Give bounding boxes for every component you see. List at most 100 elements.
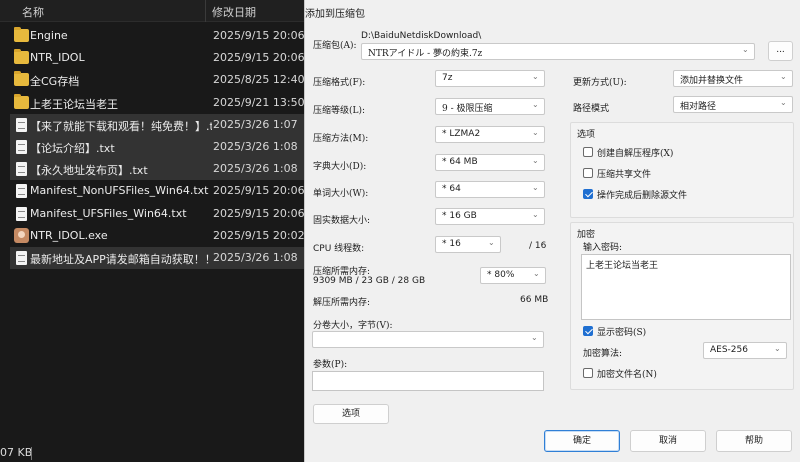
column-date-header[interactable]: 修改日期: [212, 4, 256, 20]
solid-block-select[interactable]: * 16 GB ⌄: [435, 208, 545, 225]
folder-icon: [14, 94, 29, 109]
chevron-down-icon: ⌄: [532, 183, 539, 192]
chevron-down-icon: ⌄: [742, 45, 749, 54]
text-file-icon: [16, 207, 27, 221]
password-value: 上老王论坛当老王: [586, 261, 659, 271]
password-label: 输入密码:: [583, 243, 623, 253]
file-row[interactable]: 上老王论坛当老王 2025/9/21 13:50: [10, 92, 305, 114]
text-file-icon: [16, 140, 27, 154]
path-mode-select[interactable]: 相对路径 ⌄: [673, 96, 793, 113]
column-header: 名称 修改日期: [0, 0, 304, 22]
status-divider: [31, 447, 32, 460]
encryption-group: 加密 输入密码: 上老王论坛当老王 显示密码(S) 加密算法: AES-256 …: [570, 222, 794, 390]
browse-button[interactable]: ...: [768, 41, 793, 61]
file-row[interactable]: 【来了就能下载和观看！纯免费！】.txt 2025/3/26 1:07: [10, 114, 304, 136]
file-name: Manifest_UFSFiles_Win64.txt: [30, 207, 187, 220]
archive-name-combo[interactable]: NTRアイドル - 夢の約束.7z ⌄: [361, 43, 755, 60]
chevron-down-icon: ⌄: [532, 128, 539, 137]
file-name: 上老王论坛当老王: [30, 98, 118, 111]
file-explorer-pane: 名称 修改日期 Engine 2025/9/15 20:06 NTR_IDOL 202…: [0, 0, 305, 462]
threads-value: * 16: [442, 239, 461, 249]
threads-select[interactable]: * 16 ⌄: [435, 236, 501, 253]
column-name-header[interactable]: 名称: [22, 4, 44, 20]
method-select[interactable]: * LZMA2 ⌄: [435, 126, 545, 143]
password-input[interactable]: 上老王论坛当老王: [581, 254, 791, 320]
shared-files-label: 压缩共享文件: [597, 170, 652, 180]
solid-block-value: * 16 GB: [442, 211, 477, 221]
file-row[interactable]: 全CG存档 2025/8/25 12:40: [10, 69, 305, 91]
file-name: 全CG存档: [30, 75, 80, 88]
column-divider[interactable]: [205, 0, 206, 22]
level-value: 9 - 极限压缩: [442, 104, 493, 114]
chevron-down-icon: ⌄: [531, 333, 538, 342]
memory-usage-select[interactable]: * 80% ⌄: [480, 267, 546, 284]
add-to-archive-dialog: 添加到压缩包 压缩包(A): D:\BaiduNetdiskDownload\ …: [304, 0, 800, 462]
selection-size: 07 KB: [0, 446, 33, 459]
text-file-icon: [16, 118, 27, 132]
level-select[interactable]: 9 - 极限压缩 ⌄: [435, 98, 545, 115]
file-name: 【论坛介绍】.txt: [30, 142, 115, 155]
options-group-title: 选项: [577, 130, 596, 140]
method-label: 压缩方法(M):: [313, 134, 369, 144]
cancel-button[interactable]: 取消: [630, 430, 706, 452]
file-row[interactable]: Manifest_NonUFSFiles_Win64.txt 2025/9/15 …: [10, 180, 305, 202]
dictionary-select[interactable]: * 64 MB ⌄: [435, 154, 545, 171]
file-row[interactable]: 【论坛介绍】.txt 2025/3/26 1:08: [10, 136, 304, 158]
encryption-method-label: 加密算法:: [583, 349, 623, 359]
chevron-down-icon: ⌄: [532, 156, 539, 165]
method-value: * LZMA2: [442, 129, 481, 139]
sfx-checkbox[interactable]: [583, 147, 593, 157]
dictionary-value: * 64 MB: [442, 157, 478, 167]
options-button[interactable]: 选项: [313, 404, 389, 424]
file-row[interactable]: Engine 2025/9/15 20:06: [10, 25, 305, 47]
chevron-down-icon: ⌄: [774, 344, 781, 353]
encrypt-names-checkbox[interactable]: [583, 368, 593, 378]
text-file-icon: [16, 162, 27, 176]
file-row[interactable]: Manifest_UFSFiles_Win64.txt 2025/9/15 20:…: [10, 203, 305, 225]
delete-after-checkbox[interactable]: [583, 189, 593, 199]
file-name: Engine: [30, 29, 68, 42]
chevron-down-icon: ⌄: [532, 72, 539, 81]
file-name: 【永久地址发布页】.txt: [30, 164, 148, 177]
file-date: 2025/9/15 20:02: [213, 229, 305, 242]
file-date: 2025/3/26 1:08: [213, 251, 298, 264]
parameters-input[interactable]: [312, 371, 544, 391]
file-name: 最新地址及APP请发邮箱自动获取！！！...: [30, 253, 212, 266]
shared-files-checkbox[interactable]: [583, 168, 593, 178]
path-mode-value: 相对路径: [680, 102, 717, 112]
dictionary-label: 字典大小(D):: [313, 162, 367, 172]
word-size-select[interactable]: * 64 ⌄: [435, 181, 545, 198]
chevron-down-icon: ⌄: [532, 210, 539, 219]
ok-button[interactable]: 确定: [544, 430, 620, 452]
word-size-value: * 64: [442, 184, 461, 194]
file-row[interactable]: 最新地址及APP请发邮箱自动获取！！！...2025/3/26 1:08: [10, 247, 304, 269]
file-date: 2025/3/26 1:07: [213, 118, 298, 131]
file-name: NTR_IDOL: [30, 51, 85, 64]
file-row[interactable]: NTR_IDOL.exe 2025/9/15 20:02: [10, 225, 305, 247]
show-password-checkbox[interactable]: [583, 326, 593, 336]
folder-icon: [14, 71, 29, 86]
solid-block-label: 固实数据大小:: [313, 216, 371, 226]
help-button[interactable]: 帮助: [716, 430, 792, 452]
threads-total: / 16: [529, 241, 547, 251]
file-row[interactable]: 【永久地址发布页】.txt 2025/3/26 1:08: [10, 158, 304, 180]
chevron-down-icon: ⌄: [532, 100, 539, 109]
archive-name-value: NTRアイドル - 夢の約束.7z: [368, 49, 483, 59]
chevron-down-icon: ⌄: [780, 98, 787, 107]
update-mode-select[interactable]: 添加并替换文件 ⌄: [673, 70, 793, 87]
volume-size-combo[interactable]: ⌄: [312, 331, 544, 348]
file-row[interactable]: NTR_IDOL 2025/9/15 20:06: [10, 47, 305, 69]
encryption-method-select[interactable]: AES-256 ⌄: [703, 342, 787, 359]
update-mode-value: 添加并替换文件: [680, 76, 744, 86]
threads-label: CPU 线程数:: [313, 244, 365, 254]
folder-icon: [14, 27, 29, 42]
format-value: 7z: [442, 73, 453, 83]
file-name: NTR_IDOL.exe: [30, 229, 108, 242]
file-date: 2025/9/15 20:06: [213, 184, 305, 197]
format-select[interactable]: 7z ⌄: [435, 70, 545, 87]
status-bar: 07 KB: [0, 444, 304, 462]
chevron-down-icon: ⌄: [780, 72, 787, 81]
archive-directory: D:\BaiduNetdiskDownload\: [361, 31, 482, 41]
compression-memory-detail: 9309 MB / 23 GB / 28 GB: [313, 276, 426, 286]
decompression-memory-value: 66 MB: [520, 295, 549, 305]
